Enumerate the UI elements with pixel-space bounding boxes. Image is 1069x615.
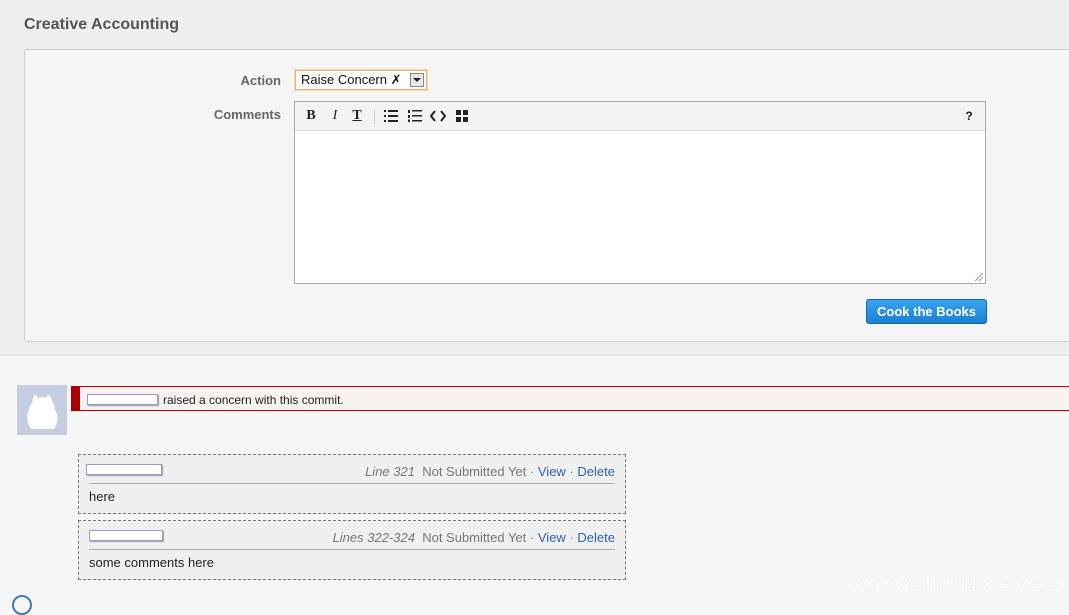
redacted-username bbox=[87, 394, 158, 405]
inline-comment-body: some comments here bbox=[89, 555, 214, 570]
action-select-value: Raise Concern ✗ bbox=[301, 72, 402, 87]
event-text: raised a concern with this commit. bbox=[163, 393, 344, 407]
bold-icon[interactable]: B bbox=[301, 106, 321, 126]
inline-comment-header: Line 321 Not Submitted Yet · View · Dele… bbox=[86, 455, 615, 484]
delete-link[interactable]: Delete bbox=[577, 530, 615, 545]
delete-link[interactable]: Delete bbox=[577, 464, 615, 479]
redacted-username bbox=[86, 464, 162, 475]
redacted-username bbox=[89, 530, 163, 541]
italic-icon[interactable]: I bbox=[325, 106, 345, 126]
comment-editor: B I T ? bbox=[294, 101, 986, 284]
page-title: Creative Accounting bbox=[24, 16, 179, 33]
comment-textarea[interactable] bbox=[295, 131, 985, 283]
avatar bbox=[17, 385, 67, 435]
inline-comment-header: Lines 322-324 Not Submitted Yet · View ·… bbox=[89, 521, 615, 550]
inline-comment-body: here bbox=[89, 489, 116, 504]
help-icon[interactable]: ? bbox=[959, 106, 979, 126]
line-reference: Line 321 bbox=[365, 464, 415, 479]
action-label: Action bbox=[240, 73, 281, 88]
inline-comment-meta: Line 321 Not Submitted Yet · View · Dele… bbox=[365, 464, 615, 479]
table-icon[interactable] bbox=[452, 106, 472, 126]
resize-handle-icon[interactable] bbox=[975, 273, 983, 281]
watermark: www.linuxeye.com bbox=[850, 572, 1069, 597]
action-form: Action Raise Concern ✗ Comments B I T ? … bbox=[24, 49, 1069, 342]
comment-status: Not Submitted Yet bbox=[422, 530, 527, 545]
view-link[interactable]: View bbox=[538, 530, 566, 545]
top-area: Creative Accounting Action Raise Concern… bbox=[0, 0, 1069, 356]
cook-the-books-button[interactable]: Cook the Books bbox=[866, 299, 987, 324]
bullet-list-icon[interactable] bbox=[381, 106, 401, 126]
inline-comment-meta: Lines 322-324 Not Submitted Yet · View ·… bbox=[332, 530, 615, 545]
comment-status: Not Submitted Yet bbox=[422, 464, 527, 479]
text-style-icon[interactable]: T bbox=[347, 106, 367, 126]
inline-comment: Lines 322-324 Not Submitted Yet · View ·… bbox=[78, 520, 626, 580]
toolbar-divider bbox=[374, 110, 375, 124]
circle-icon bbox=[12, 595, 32, 615]
chevron-down-icon[interactable] bbox=[410, 73, 424, 87]
code-icon[interactable] bbox=[428, 106, 448, 126]
view-link[interactable]: View bbox=[538, 464, 566, 479]
user-silhouette-icon bbox=[27, 394, 58, 429]
comments-label: Comments bbox=[213, 107, 281, 122]
line-reference: Lines 322-324 bbox=[332, 530, 415, 545]
editor-toolbar: B I T ? bbox=[295, 102, 985, 131]
numbered-list-icon[interactable] bbox=[405, 106, 425, 126]
inline-comment: Line 321 Not Submitted Yet · View · Dele… bbox=[78, 454, 626, 514]
action-select[interactable]: Raise Concern ✗ bbox=[295, 70, 427, 90]
